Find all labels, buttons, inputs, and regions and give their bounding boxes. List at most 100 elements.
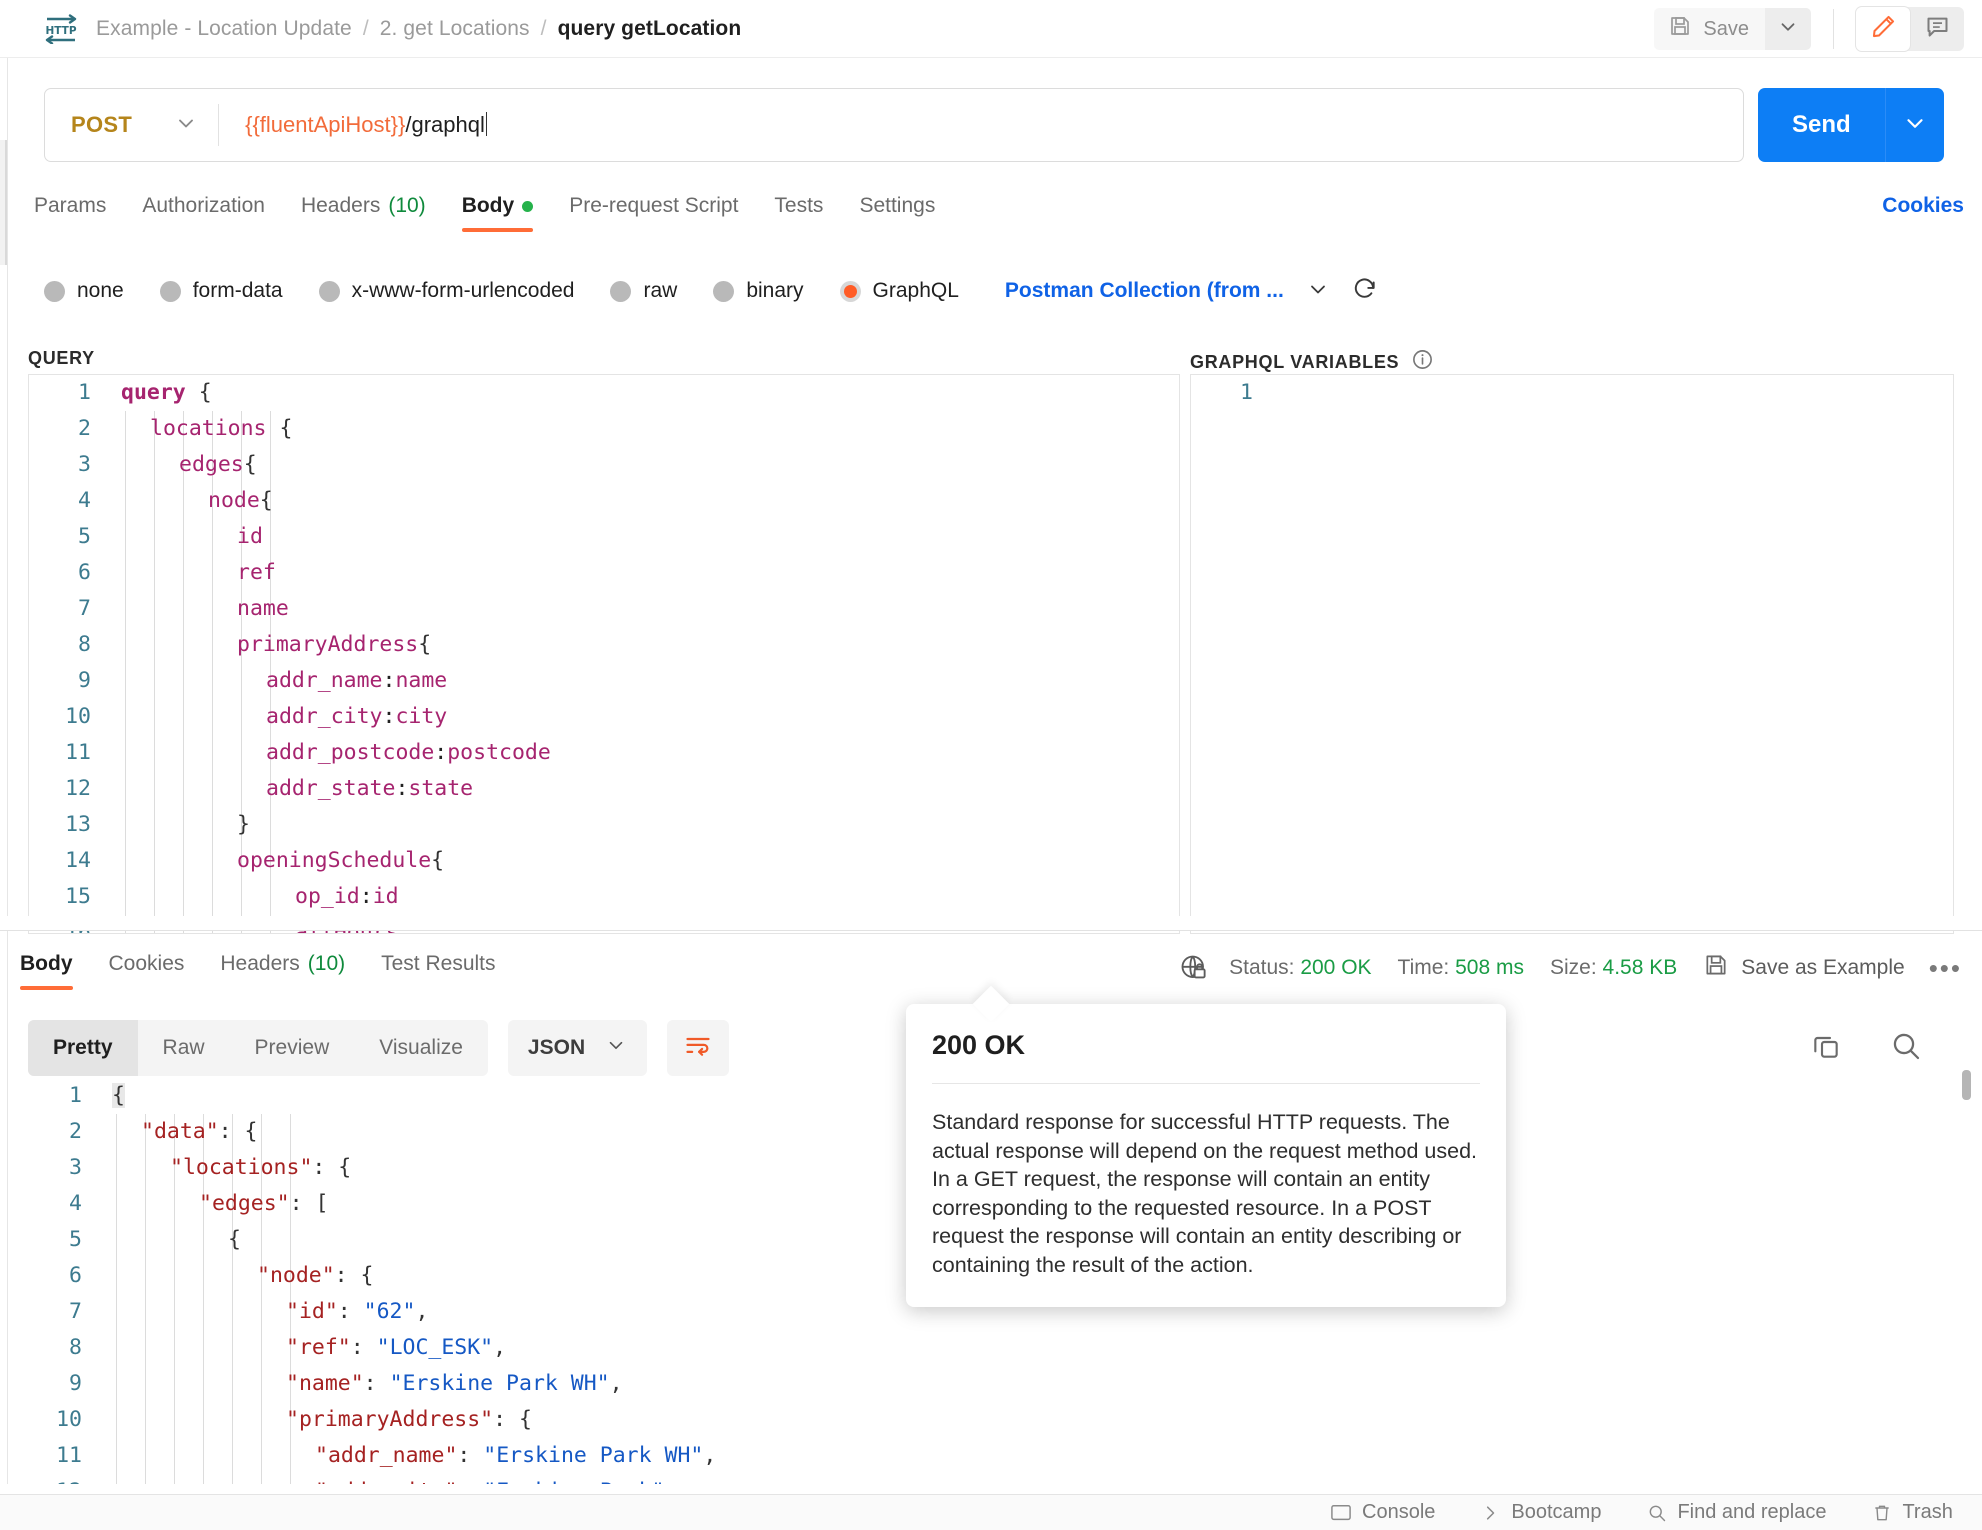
method-selector[interactable]: POST bbox=[45, 111, 218, 140]
save-button[interactable]: Save bbox=[1654, 8, 1765, 50]
body-type-graphql[interactable]: GraphQL bbox=[839, 279, 959, 303]
radio-icon bbox=[318, 280, 340, 302]
tab-pre-request-script[interactable]: Pre-request Script bbox=[569, 190, 760, 218]
status-bar-label: Find and replace bbox=[1677, 1501, 1827, 1523]
url-input-container: POST {{fluentApiHost}}/graphql bbox=[44, 88, 1744, 162]
line-number: 10 bbox=[56, 1407, 82, 1432]
language-label: JSON bbox=[527, 1036, 586, 1059]
send-options-button[interactable] bbox=[1884, 88, 1944, 162]
svg-text:HTTP: HTTP bbox=[45, 25, 76, 37]
format-tab-preview[interactable]: Preview bbox=[230, 1020, 355, 1076]
chevron-down-icon bbox=[605, 1034, 627, 1062]
globe-lock-icon[interactable] bbox=[1179, 953, 1209, 983]
body-type-binary[interactable]: binary bbox=[713, 279, 804, 303]
code-line: primaryAddress{ bbox=[237, 632, 432, 657]
url-bar-row: POST {{fluentApiHost}}/graphql Send bbox=[44, 88, 1944, 162]
body-type-urlencoded[interactable]: x-www-form-urlencoded bbox=[318, 279, 574, 303]
word-wrap-toggle[interactable] bbox=[667, 1020, 730, 1076]
line-number: 12 bbox=[65, 776, 91, 801]
code-content[interactable] bbox=[1269, 375, 1283, 411]
schema-selector-caret[interactable] bbox=[1306, 277, 1330, 306]
response-scrollbar-thumb[interactable] bbox=[1962, 1070, 1971, 1100]
line-number: 15 bbox=[65, 884, 91, 909]
search-icon[interactable] bbox=[1890, 1030, 1922, 1067]
response-section-divider bbox=[0, 930, 1982, 931]
query-editor[interactable]: 12345678910111213141516query {locations … bbox=[28, 374, 1180, 934]
schema-refresh-button[interactable] bbox=[1352, 276, 1378, 307]
tab-headers[interactable]: Headers (10) bbox=[301, 190, 448, 218]
body-type-none[interactable]: none bbox=[44, 279, 124, 303]
response-meta: Status: 200 OK Time: 508 ms Size: 4.58 K… bbox=[1179, 952, 1962, 984]
response-tab-headers[interactable]: Headers (10) bbox=[220, 948, 367, 976]
code-line: "node": { bbox=[257, 1263, 374, 1288]
status-value[interactable]: 200 OK bbox=[1300, 956, 1371, 979]
format-tab-pretty[interactable]: Pretty bbox=[28, 1020, 138, 1076]
breadcrumb-item-folder[interactable]: 2. get Locations bbox=[380, 17, 530, 41]
save-button-label: Save bbox=[1703, 17, 1749, 40]
tab-tests[interactable]: Tests bbox=[774, 190, 845, 218]
code-content[interactable]: query {locations {edges{node{id ref name pr… bbox=[107, 375, 551, 933]
tab-body[interactable]: Body bbox=[461, 190, 556, 232]
code-content[interactable]: {"data": {"locations": {"edges": [{"node… bbox=[98, 1078, 716, 1503]
breadcrumb-item-request[interactable]: query getLocation bbox=[558, 17, 742, 41]
format-tab-raw[interactable]: Raw bbox=[138, 1020, 230, 1076]
response-tab-test-results[interactable]: Test Results bbox=[381, 948, 517, 976]
status-bar-trash[interactable]: Trash bbox=[1872, 1501, 1953, 1524]
response-tab-body[interactable]: Body bbox=[20, 948, 95, 990]
status-bar-console[interactable]: Console bbox=[1330, 1501, 1435, 1524]
tab-label: Headers bbox=[220, 952, 300, 975]
tab-params[interactable]: Params bbox=[34, 190, 128, 218]
line-number: 13 bbox=[65, 812, 91, 837]
line-number: 5 bbox=[69, 1227, 82, 1252]
sidebar-rail bbox=[0, 0, 8, 1530]
body-type-form-data[interactable]: form-data bbox=[159, 279, 283, 303]
copy-icon[interactable] bbox=[1810, 1030, 1842, 1067]
line-number: 7 bbox=[69, 1299, 82, 1324]
info-icon[interactable] bbox=[1411, 348, 1434, 376]
tab-authorization[interactable]: Authorization bbox=[142, 190, 287, 218]
line-number: 8 bbox=[78, 632, 91, 657]
code-line: id bbox=[237, 524, 263, 549]
schema-selector-link[interactable]: Postman Collection (from ... bbox=[1005, 279, 1284, 303]
status-bar-label: Bootcamp bbox=[1511, 1501, 1602, 1523]
code-line: op_id:id bbox=[295, 884, 399, 909]
edit-mode-button[interactable] bbox=[1856, 7, 1910, 51]
breadcrumb-separator: / bbox=[540, 16, 547, 40]
code-line: addr_city:city bbox=[266, 704, 448, 729]
variables-panel-label-row: GRAPHQL VARIABLES bbox=[1190, 348, 1434, 376]
graphql-variables-editor[interactable]: 1 bbox=[1190, 374, 1954, 934]
line-number: 3 bbox=[69, 1155, 82, 1180]
tooltip-title: 200 OK bbox=[932, 1030, 1026, 1060]
status-bar-bootcamp[interactable]: Bootcamp bbox=[1481, 1501, 1601, 1524]
line-number: 4 bbox=[69, 1191, 82, 1216]
code-line: name bbox=[237, 596, 289, 621]
line-number: 6 bbox=[78, 560, 91, 585]
status-bar-find-replace[interactable]: Find and replace bbox=[1647, 1501, 1826, 1524]
breadcrumb-item-collection[interactable]: Example - Location Update bbox=[96, 17, 352, 41]
response-tab-cookies[interactable]: Cookies bbox=[109, 948, 207, 976]
floppy-disk-icon bbox=[1703, 952, 1729, 984]
send-button[interactable]: Send bbox=[1758, 88, 1885, 162]
tab-label: Cookies bbox=[108, 952, 185, 975]
response-language-selector[interactable]: JSON bbox=[507, 1020, 648, 1076]
cookies-link[interactable]: Cookies bbox=[1882, 194, 1964, 218]
url-input[interactable]: {{fluentApiHost}}/graphql bbox=[219, 112, 488, 138]
code-line: locations { bbox=[150, 416, 293, 441]
tab-settings[interactable]: Settings bbox=[859, 190, 957, 218]
line-number: 9 bbox=[69, 1371, 82, 1396]
save-as-example-button[interactable]: Save as Example bbox=[1703, 952, 1905, 984]
save-options-button[interactable] bbox=[1765, 8, 1811, 50]
response-scrollbar-track[interactable] bbox=[1960, 1068, 1972, 1508]
size-value: 4.58 KB bbox=[1602, 956, 1678, 979]
refresh-icon bbox=[1352, 276, 1378, 307]
tooltip-divider bbox=[932, 1083, 1480, 1084]
body-type-raw[interactable]: raw bbox=[610, 279, 677, 303]
tab-label: Settings bbox=[859, 194, 936, 217]
code-line: addr_state:state bbox=[266, 776, 474, 801]
format-tab-visualize[interactable]: Visualize bbox=[354, 1020, 488, 1076]
ellipsis-icon[interactable]: ••• bbox=[1929, 953, 1962, 984]
floppy-disk-icon bbox=[1668, 14, 1692, 44]
comment-button[interactable] bbox=[1910, 7, 1964, 51]
view-mode-toggle bbox=[1856, 7, 1964, 51]
code-line: addr_name:name bbox=[266, 668, 448, 693]
